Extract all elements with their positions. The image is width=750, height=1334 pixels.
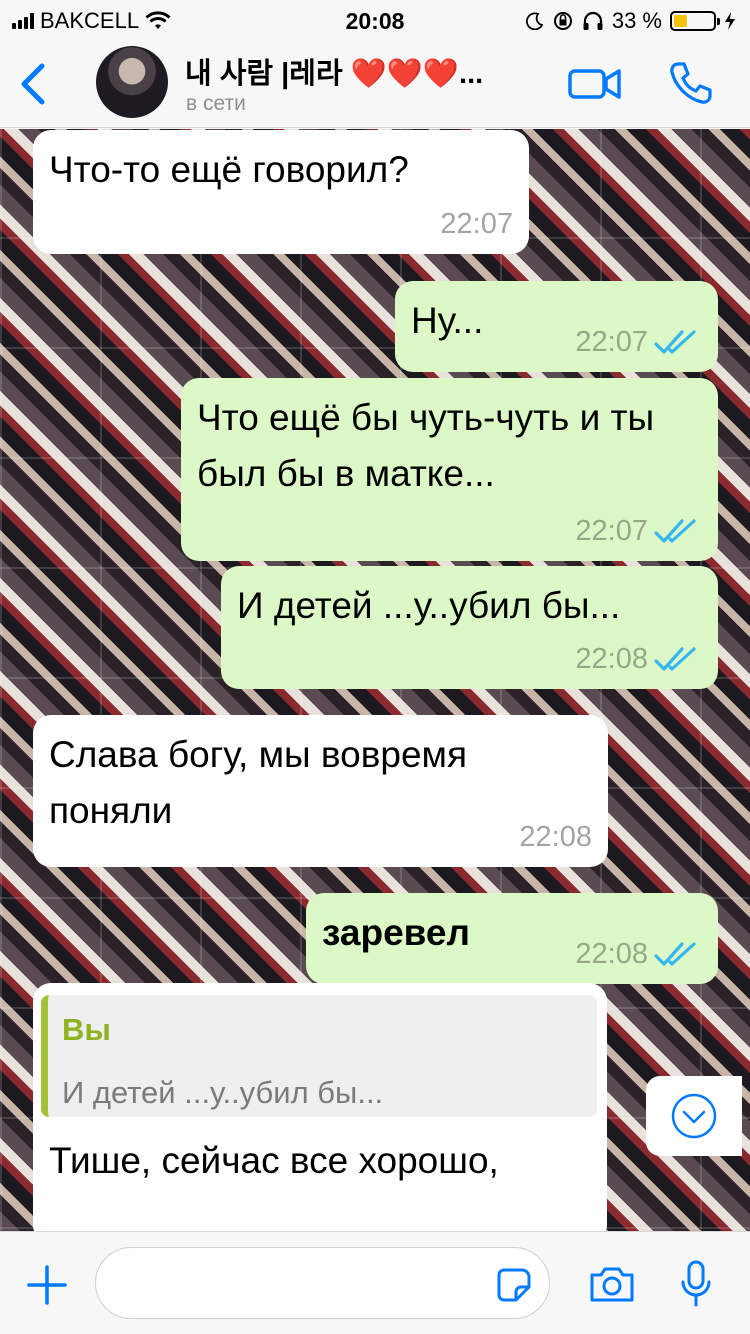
message-incoming-reply[interactable]: Вы И детей ...у..убил бы... Тише, сейчас… [33, 983, 607, 1231]
read-ticks-icon [654, 942, 696, 966]
message-outgoing[interactable]: Ну... 22:07 [395, 281, 718, 372]
message-meta: 22:07 [575, 321, 702, 365]
message-outgoing[interactable]: Что ещё бы чуть-чуть и ты был бы в матке… [181, 378, 718, 561]
video-call-icon[interactable] [568, 66, 622, 102]
message-meta: 22:08 [519, 816, 592, 860]
voice-call-icon[interactable] [668, 60, 714, 106]
charging-icon [725, 12, 735, 30]
read-ticks-icon [654, 330, 696, 354]
battery-percent: 33 % [611, 8, 662, 33]
contact-status: в сети [186, 92, 246, 115]
message-text: И детей ...у..убил бы... [237, 585, 621, 626]
message-meta: 22:08 [575, 933, 702, 977]
read-ticks-icon [654, 519, 696, 543]
message-meta: 22:08 [575, 638, 702, 682]
back-icon[interactable] [16, 62, 50, 106]
message-text: Слава богу, мы вовремя поняли [49, 734, 468, 831]
message-text: Тише, сейчас все хорошо, [49, 1140, 499, 1181]
quoted-sender: Вы [62, 1012, 111, 1047]
message-time: 22:07 [575, 325, 648, 358]
message-text: Что ещё бы чуть-чуть и ты был бы в матке… [197, 397, 655, 494]
message-incoming[interactable]: Слава богу, мы вовремя поняли 22:08 [33, 715, 608, 867]
message-outgoing[interactable]: заревел 22:08 [306, 893, 718, 984]
message-incoming[interactable]: Что-то ещё говорил? 22:07 [33, 130, 529, 254]
moon-icon [525, 12, 544, 30]
message-text: Что-то ещё говорил? [49, 149, 409, 190]
camera-icon[interactable] [588, 1264, 636, 1304]
quoted-text: И детей ...у..убил бы... [62, 1074, 384, 1110]
message-time: 22:07 [440, 207, 513, 240]
message-meta: 22:07 [575, 510, 702, 554]
battery-fill [674, 15, 687, 27]
status-bar: BAKCELL 20:08 33 % [0, 0, 750, 40]
message-meta: 22:07 [440, 203, 513, 247]
contact-name[interactable]: 내 사람 |레라 ❤️❤️❤️... [185, 50, 483, 92]
message-time: 22:08 [575, 642, 648, 675]
quoted-message[interactable]: Вы И детей ...у..убил бы... [41, 995, 597, 1117]
avatar[interactable] [96, 46, 168, 118]
message-time: 22:08 [575, 937, 648, 970]
message-outgoing[interactable]: И детей ...у..убил бы... 22:08 [221, 566, 718, 689]
input-bar [0, 1231, 750, 1334]
battery-icon [670, 11, 720, 31]
sticker-icon[interactable] [496, 1267, 532, 1303]
headphones-icon [583, 11, 603, 30]
chat-header: 내 사람 |레라 ❤️❤️❤️... в сети [0, 40, 750, 128]
read-ticks-icon [654, 647, 696, 671]
message-time: 22:07 [575, 514, 648, 547]
rotation-lock-icon [553, 12, 572, 30]
message-input[interactable] [95, 1247, 550, 1319]
status-right: 33 % [525, 8, 736, 34]
message-time: 22:08 [519, 820, 592, 853]
microphone-icon[interactable] [680, 1260, 712, 1308]
plus-icon[interactable] [26, 1264, 68, 1306]
chevron-down-icon [671, 1093, 717, 1139]
scroll-down-button[interactable] [646, 1076, 742, 1156]
chat-area[interactable]: Что-то ещё говорил? 22:07 Ну... 22:07 Чт… [0, 129, 750, 1231]
